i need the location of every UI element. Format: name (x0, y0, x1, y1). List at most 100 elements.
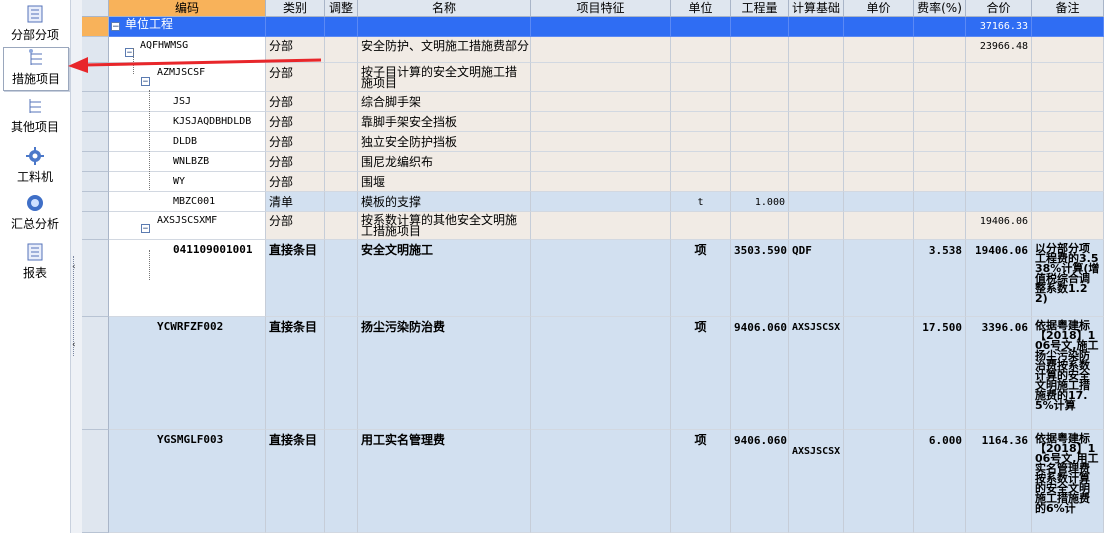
name-cell: 综合脚手架 (358, 92, 531, 112)
col-header-code[interactable]: 编码 (109, 0, 266, 17)
total-cell (966, 172, 1032, 192)
price-cell (844, 152, 914, 172)
code-cell: WNLBZB (109, 152, 266, 172)
collapse-toggle-icon[interactable]: − (141, 224, 150, 234)
base-cell (789, 17, 844, 37)
table-row[interactable]: WNLBZB 分部 围尼龙编织布 (109, 152, 1104, 172)
row-header[interactable] (82, 132, 109, 152)
nav-item-gongliaoji[interactable]: 工料机 (0, 146, 70, 185)
rate-cell (914, 37, 966, 63)
name-cell (358, 17, 531, 37)
row-header[interactable] (82, 430, 109, 533)
table-row[interactable]: JSJ 分部 综合脚手架 (109, 92, 1104, 112)
rate-cell (914, 92, 966, 112)
nav-item-qita[interactable]: 其他项目 (0, 96, 70, 135)
name-cell: 围尼龙编织布 (358, 152, 531, 172)
table-row[interactable]: YCWRFZF002 直接条目 扬尘污染防治费 项 9406.060 AXSJS… (109, 317, 1104, 430)
row-header[interactable] (82, 240, 109, 317)
row-header[interactable] (82, 317, 109, 430)
total-cell (966, 63, 1032, 92)
qty-cell (731, 172, 789, 192)
base-cell: AXSJSCSX (789, 430, 844, 533)
rate-cell (914, 17, 966, 37)
nav-item-fenbu[interactable]: 分部分项 (0, 4, 70, 43)
table-row[interactable]: DLDB 分部 独立安全防护挡板 (109, 132, 1104, 152)
name-cell: 扬尘污染防治费 (358, 317, 531, 430)
name-cell: 安全防护、文明施工措施费部分 (358, 37, 531, 63)
row-header[interactable] (82, 212, 109, 240)
qty-cell (731, 152, 789, 172)
nav-item-cuoshi[interactable]: 措施项目 (3, 47, 69, 91)
base-cell (789, 152, 844, 172)
table-row[interactable]: 041109001001 直接条目 安全文明施工 项 3503.590 QDF … (109, 240, 1104, 317)
row-header[interactable] (82, 92, 109, 112)
unit-cell (671, 63, 731, 92)
adjust-cell (325, 212, 358, 240)
base-cell (789, 63, 844, 92)
row-header[interactable] (82, 112, 109, 132)
table-row[interactable]: MBZC001 清单 模板的支撑 t 1.000 (109, 192, 1104, 212)
type-cell: 分部 (266, 132, 325, 152)
grid-corner[interactable] (82, 0, 109, 17)
remark-cell (1032, 63, 1104, 92)
price-cell (844, 317, 914, 430)
col-header-type[interactable]: 类别 (266, 0, 325, 17)
row-header[interactable] (82, 192, 109, 212)
table-row[interactable]: WY 分部 围堰 (109, 172, 1104, 192)
tree-icon (29, 49, 42, 65)
unit-cell (671, 212, 731, 240)
price-cell (844, 112, 914, 132)
annotation-arrow-icon (68, 57, 322, 73)
col-header-base[interactable]: 计算基础 (789, 0, 844, 17)
col-header-total[interactable]: 合价 (966, 0, 1032, 17)
price-cell (844, 212, 914, 240)
price-cell (844, 192, 914, 212)
col-header-price[interactable]: 单价 (844, 0, 914, 17)
table-row[interactable]: YGSMGLF003 直接条目 用工实名管理费 项 9406.060 AXSJS… (109, 430, 1104, 533)
code-cell: MBZC001 (109, 192, 266, 212)
type-cell: 直接条目 (266, 430, 325, 533)
base-cell (789, 112, 844, 132)
type-cell: 分部 (266, 212, 325, 240)
feature-cell (531, 17, 671, 37)
code-text: AXSJSCSXMF (157, 215, 218, 226)
col-header-qty[interactable]: 工程量 (731, 0, 789, 17)
col-header-remark[interactable]: 备注 (1032, 0, 1104, 17)
collapse-toggle-icon[interactable]: − (111, 22, 120, 32)
table-row[interactable]: KJSJAQDBHDLDB 分部 靠脚手架安全挡板 (109, 112, 1104, 132)
collapse-toggle-icon[interactable]: − (141, 77, 150, 87)
circle-icon (27, 195, 43, 211)
adjust-cell (325, 172, 358, 192)
nav-item-baobiao[interactable]: 报表 (0, 242, 70, 281)
collapse-left-icon[interactable]: ‹ (72, 340, 76, 350)
table-row[interactable]: − 单位工程 37166.33 (109, 17, 1104, 37)
unit-cell: 项 (671, 430, 731, 533)
total-cell (966, 192, 1032, 212)
unit-cell (671, 132, 731, 152)
row-header[interactable] (82, 152, 109, 172)
nav-label: 分部分项 (10, 28, 59, 42)
total-cell (966, 132, 1032, 152)
col-header-rate[interactable]: 费率(%) (914, 0, 966, 17)
col-header-feature[interactable]: 项目特征 (531, 0, 671, 17)
report-icon (27, 243, 43, 261)
name-cell: 模板的支撑 (358, 192, 531, 212)
col-header-adjust[interactable]: 调整 (325, 0, 358, 17)
price-cell (844, 92, 914, 112)
base-cell (789, 192, 844, 212)
row-header[interactable] (82, 17, 109, 37)
remark-cell (1032, 212, 1104, 240)
code-cell: WY (109, 172, 266, 192)
type-cell: 分部 (266, 152, 325, 172)
adjust-cell (325, 192, 358, 212)
col-header-unit[interactable]: 单位 (671, 0, 731, 17)
row-header[interactable] (82, 172, 109, 192)
feature-cell (531, 92, 671, 112)
base-cell (789, 37, 844, 63)
col-header-name[interactable]: 名称 (358, 0, 531, 17)
table-row[interactable]: − AXSJSCSXMF 分部 按系数计算的其他安全文明施工措施项目 19406… (109, 212, 1104, 240)
qty-cell: 9406.060 (731, 317, 789, 430)
type-cell: 分部 (266, 112, 325, 132)
price-cell (844, 37, 914, 63)
nav-item-huizong[interactable]: 汇总分析 (0, 193, 70, 232)
